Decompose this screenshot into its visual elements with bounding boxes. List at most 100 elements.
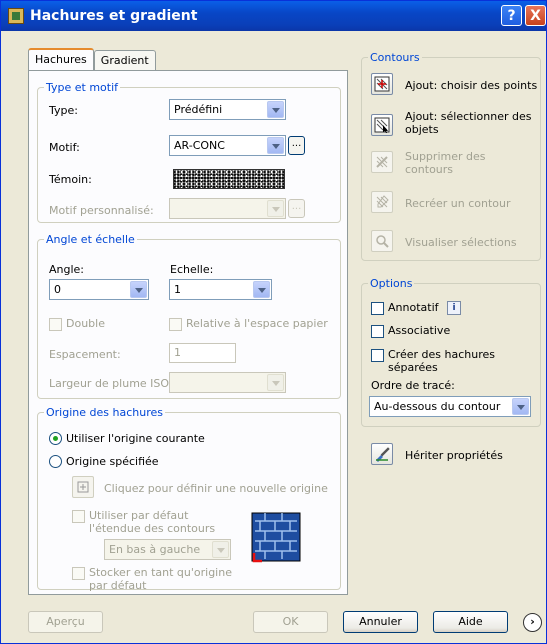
motif-perso-select[interactable] — [169, 198, 286, 219]
origin-preview-icon — [251, 512, 301, 563]
defaut-etendue-checkbox[interactable]: Utiliser par défaut l'étendue des contou… — [72, 509, 242, 535]
ordre-select[interactable]: Au-dessous du contour — [369, 396, 531, 417]
chevron-down-icon — [130, 281, 147, 298]
window-title: Hachures et gradient — [30, 8, 198, 24]
pick-points-icon — [374, 76, 390, 92]
chevron-down-icon — [212, 541, 229, 558]
info-icon[interactable]: i — [447, 301, 461, 315]
chevron-down-icon — [267, 200, 284, 217]
app-icon — [8, 8, 24, 24]
origine-legend: Origine des hachures — [46, 406, 163, 419]
stocker-label: Stocker en tant qu'origine par défaut — [89, 566, 232, 592]
help-title-button[interactable]: ? — [501, 5, 522, 26]
motif-label: Motif: — [49, 141, 80, 154]
angle-echelle-legend: Angle et échelle — [46, 233, 135, 246]
espacement-input[interactable]: 1 — [169, 343, 236, 363]
chevron-down-icon — [267, 101, 284, 118]
double-checkbox-box — [49, 318, 62, 331]
remove-boundaries-icon — [376, 156, 388, 168]
pattern-swatch[interactable] — [173, 169, 285, 189]
chevron-down-icon — [253, 281, 270, 298]
pick-points-button[interactable] — [371, 73, 393, 95]
title-bar: Hachures et gradient ? X — [1, 1, 546, 31]
tab-hachures[interactable]: Hachures — [28, 48, 94, 70]
contour-item-label-2: Supprimer des contours — [405, 150, 486, 176]
select-objects-button[interactable] — [371, 114, 393, 136]
motif-value: AR-CONC — [174, 139, 225, 152]
chevron-down-icon — [267, 137, 284, 154]
recreate-boundary-button[interactable] — [371, 191, 393, 213]
apercu-button[interactable]: Aperçu — [28, 611, 103, 633]
annuler-button[interactable]: Annuler — [343, 611, 418, 633]
type-select[interactable]: Prédéfini — [169, 99, 286, 120]
view-selections-button[interactable] — [371, 230, 393, 252]
defaut-etendue-checkbox-box — [72, 510, 85, 523]
associative-checkbox-box — [371, 325, 384, 338]
type-motif-legend: Type et motif — [46, 81, 119, 94]
motif-perso-label: Motif personnalisé: — [49, 204, 154, 217]
position-value: En bas à gauche — [109, 543, 201, 556]
contours-legend: Contours — [370, 51, 420, 64]
click-origin-button[interactable] — [72, 476, 94, 498]
echelle-label: Echelle: — [170, 263, 214, 276]
espacement-label: Espacement: — [49, 348, 121, 361]
cliquez-label: Cliquez pour définir une nouvelle origin… — [104, 482, 328, 495]
ordre-value: Au-dessous du contour — [374, 400, 501, 413]
origine-specifiee-label: Origine spécifiée — [66, 455, 159, 468]
stocker-checkbox-box — [72, 567, 85, 580]
defaut-etendue-label: Utiliser par défaut l'étendue des contou… — [89, 509, 216, 535]
associative-checkbox[interactable]: Associative — [371, 324, 450, 338]
remove-boundaries-button[interactable] — [371, 151, 393, 173]
motif-select[interactable]: AR-CONC — [169, 135, 286, 156]
double-checkbox[interactable]: Double — [49, 317, 105, 331]
ordre-label: Ordre de tracé: — [371, 379, 455, 392]
type-label: Type: — [49, 104, 78, 117]
hatch-gradient-dialog: Hachures et gradient ? X Hachures Gradie… — [0, 0, 547, 644]
contour-item-label-4: Visualiser sélections — [405, 236, 517, 249]
radio-empty-icon — [49, 455, 62, 468]
close-button[interactable]: X — [525, 5, 546, 26]
contour-item-label-0: Ajout: choisir des points — [405, 79, 538, 92]
radio-selected-icon — [49, 432, 62, 445]
motif-browse-button[interactable]: ... — [288, 136, 305, 155]
angle-label: Angle: — [49, 263, 85, 276]
double-label: Double — [66, 317, 105, 330]
aide-button[interactable]: Aide — [433, 611, 508, 633]
chevron-down-icon — [512, 398, 529, 415]
recreate-boundary-icon — [376, 195, 389, 208]
annotatif-checkbox[interactable]: Annotatif — [371, 301, 439, 315]
inherit-brush-icon — [376, 447, 390, 462]
temoin-label: Témoin: — [49, 173, 92, 186]
associative-label: Associative — [388, 324, 451, 337]
relative-checkbox-box — [169, 318, 182, 331]
heriter-label: Hériter propriétés — [405, 449, 503, 462]
origine-courante-radio[interactable]: Utiliser l'origine courante — [49, 432, 205, 445]
view-selections-icon — [376, 235, 389, 248]
separees-label: Créer des hachures séparées — [388, 348, 495, 374]
type-value: Prédéfini — [174, 103, 223, 116]
chevron-down-icon — [267, 374, 284, 391]
echelle-value: 1 — [174, 283, 181, 296]
relative-checkbox[interactable]: Relative à l'espace papier — [169, 317, 328, 331]
angle-select[interactable]: 0 — [49, 279, 149, 300]
ok-button[interactable]: OK — [253, 611, 328, 633]
position-select[interactable]: En bas à gauche — [104, 539, 231, 560]
largeur-select[interactable] — [169, 372, 286, 393]
inherit-properties-button[interactable] — [371, 443, 393, 465]
origine-courante-label: Utiliser l'origine courante — [66, 432, 205, 445]
relative-label: Relative à l'espace papier — [186, 317, 328, 330]
motif-perso-browse-button[interactable]: ... — [288, 199, 305, 218]
largeur-label: Largeur de plume ISO: — [49, 377, 173, 390]
options-legend: Options — [370, 277, 413, 290]
contour-item-label-1: Ajout: sélectionner des objets — [405, 110, 532, 136]
origine-specifiee-radio[interactable]: Origine spécifiée — [49, 455, 159, 468]
tab-strip: Hachures Gradient — [28, 48, 156, 70]
contour-item-label-3: Recréer un contour — [405, 197, 511, 210]
stocker-checkbox[interactable]: Stocker en tant qu'origine par défaut — [72, 566, 242, 592]
separees-checkbox[interactable]: Créer des hachures séparées — [371, 348, 546, 374]
tab-gradient[interactable]: Gradient — [93, 50, 156, 70]
echelle-select[interactable]: 1 — [169, 279, 272, 300]
separees-checkbox-box — [371, 349, 384, 362]
more-options-button[interactable]: › — [523, 613, 542, 632]
crosshair-icon — [77, 481, 89, 493]
